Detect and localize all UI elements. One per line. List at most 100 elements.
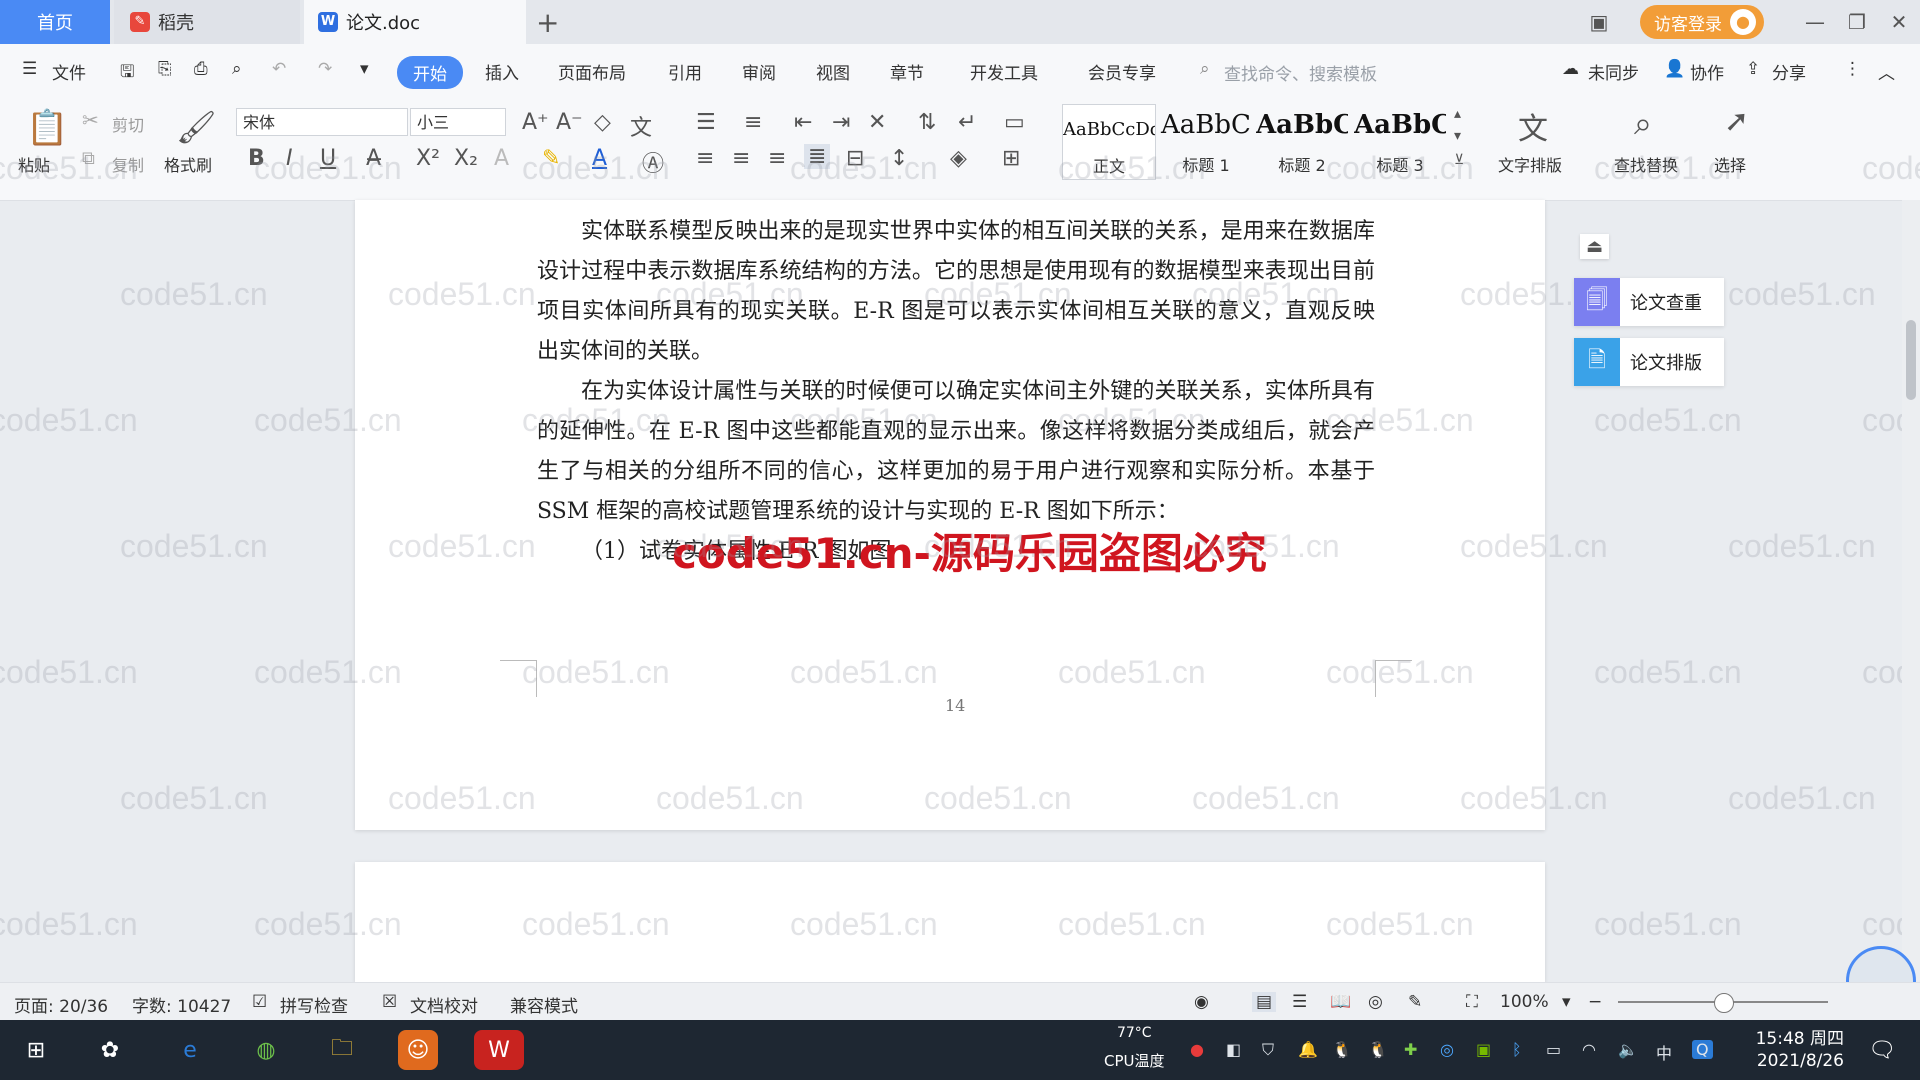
- font-size-select[interactable]: 小三: [410, 108, 506, 136]
- text-layout-button[interactable]: 文字排版: [1498, 152, 1562, 176]
- shading-icon[interactable]: ◈: [950, 146, 967, 171]
- paper-check-button[interactable]: 🗐 论文查重: [1574, 278, 1724, 326]
- borders-icon[interactable]: ⊞: [1002, 146, 1020, 171]
- underline-icon[interactable]: U: [320, 146, 336, 171]
- copy-button[interactable]: 复制: [112, 152, 144, 176]
- page-view-icon[interactable]: ▤: [1252, 992, 1277, 1012]
- zoom-slider-knob[interactable]: [1714, 993, 1734, 1013]
- share-button[interactable]: 分享: [1772, 59, 1806, 84]
- paste-icon[interactable]: 📋: [26, 108, 68, 148]
- undo-icon[interactable]: ↶: [272, 59, 286, 79]
- magnifier-icon[interactable]: ⌕: [1634, 104, 1652, 143]
- pen-icon[interactable]: ✎: [1408, 992, 1422, 1012]
- scrollbar-thumb[interactable]: [1906, 320, 1916, 400]
- zoom-dropdown-icon[interactable]: ▾: [1562, 992, 1571, 1012]
- close-icon[interactable]: ✕: [1878, 10, 1920, 34]
- sync-status[interactable]: 未同步: [1588, 59, 1639, 84]
- quick-access-dropdown-icon[interactable]: ▾: [360, 59, 369, 79]
- strikethrough-icon[interactable]: A̶: [366, 146, 381, 171]
- text-layout-icon[interactable]: 文: [1518, 104, 1548, 148]
- menu-view[interactable]: 视图: [816, 59, 850, 84]
- menu-member[interactable]: 会员专享: [1088, 59, 1156, 84]
- tray-app-icon-4[interactable]: ◎: [1440, 1040, 1454, 1059]
- reading-view-icon[interactable]: 📖: [1330, 992, 1351, 1012]
- align-center-icon[interactable]: ≡: [732, 146, 750, 171]
- char-border-icon[interactable]: Ⓐ: [642, 146, 664, 178]
- superscript-icon[interactable]: X²: [416, 146, 440, 171]
- style-normal[interactable]: AaBbCcDd 正文: [1062, 104, 1156, 180]
- increase-indent-icon[interactable]: ⇥: [832, 110, 850, 135]
- font-family-select[interactable]: 宋体: [236, 108, 408, 136]
- menu-start[interactable]: 开始: [397, 56, 463, 89]
- spell-check-button[interactable]: 拼写检查: [280, 992, 348, 1017]
- show-marks-icon[interactable]: ↵: [958, 110, 976, 135]
- system-clock[interactable]: 15:48 周四 2021/8/26: [1756, 1028, 1844, 1072]
- qq-icon-2[interactable]: 🐧: [1368, 1040, 1388, 1059]
- share-icon[interactable]: ⇪: [1746, 59, 1760, 79]
- save-icon[interactable]: 🖫: [120, 59, 134, 88]
- web-view-icon[interactable]: ◎: [1368, 992, 1383, 1012]
- wps-writer-icon[interactable]: W: [474, 1030, 524, 1070]
- word-count[interactable]: 字数: 10427: [132, 992, 231, 1017]
- restore-icon[interactable]: ❐: [1836, 10, 1878, 34]
- collab-icon[interactable]: 👤: [1664, 59, 1685, 79]
- wifi-icon[interactable]: ◠: [1582, 1040, 1596, 1059]
- justify-icon[interactable]: ≣: [804, 144, 831, 169]
- select-button[interactable]: 选择: [1714, 152, 1746, 176]
- paste-button[interactable]: 粘贴: [18, 152, 50, 176]
- redo-icon[interactable]: ↷: [318, 59, 332, 79]
- zoom-slider[interactable]: [1618, 993, 1828, 1013]
- pinwheel-app-icon[interactable]: ✿: [90, 1030, 130, 1070]
- format-painter-button[interactable]: 格式刷: [164, 152, 212, 176]
- tab-document[interactable]: W 论文.doc: [304, 0, 526, 44]
- menu-developer[interactable]: 开发工具: [970, 59, 1038, 84]
- bullet-list-icon[interactable]: ☰: [696, 110, 716, 135]
- side-panel-collapse-icon[interactable]: ⏏: [1580, 234, 1610, 259]
- align-right-icon[interactable]: ≡: [768, 146, 786, 171]
- font-color-icon[interactable]: A: [592, 146, 607, 171]
- tray-app-icon-1[interactable]: ●: [1190, 1040, 1204, 1059]
- more-icon[interactable]: ⋮: [1844, 59, 1861, 79]
- new-tab-button[interactable]: +: [536, 6, 559, 39]
- proofread-button[interactable]: 文档校对: [410, 992, 478, 1017]
- format-painter-icon[interactable]: 🖌: [176, 108, 217, 146]
- command-search-input[interactable]: 查找命令、搜索模板: [1224, 60, 1377, 85]
- nvidia-icon[interactable]: ▣: [1476, 1040, 1491, 1059]
- style-heading-1[interactable]: AaBbC 标题 1: [1160, 104, 1252, 178]
- collab-button[interactable]: 协作: [1690, 59, 1724, 84]
- fit-page-icon[interactable]: ⛶: [1466, 992, 1478, 1012]
- find-replace-button[interactable]: 查找替换: [1614, 152, 1678, 176]
- menu-review[interactable]: 审阅: [742, 59, 776, 84]
- tab-daoke[interactable]: ✎ 稻壳: [114, 0, 300, 44]
- hamburger-icon[interactable]: ☰: [22, 59, 37, 79]
- search-app-icon[interactable]: Q: [1692, 1040, 1713, 1059]
- subscript-icon[interactable]: X₂: [454, 146, 478, 171]
- notification-bell-icon[interactable]: 🔔: [1298, 1040, 1318, 1059]
- line-spacing-icon[interactable]: ↕: [890, 146, 908, 171]
- bold-icon[interactable]: B: [248, 146, 265, 171]
- numbered-list-icon[interactable]: ≡: [744, 110, 762, 135]
- page-indicator[interactable]: 页面: 20/36: [14, 992, 108, 1017]
- cursor-arrow-icon[interactable]: ➚: [1724, 104, 1749, 139]
- export-icon[interactable]: ⎘: [158, 59, 172, 79]
- pinyin-icon[interactable]: 文: [630, 110, 652, 142]
- decrease-indent-icon[interactable]: ⇤: [794, 110, 812, 135]
- clear-format-icon[interactable]: ◇: [594, 110, 611, 135]
- collapse-ribbon-icon[interactable]: ︿: [1878, 59, 1895, 84]
- tab-stop-icon[interactable]: ▭: [1004, 110, 1025, 135]
- file-explorer-icon[interactable]: 🗀: [322, 1030, 362, 1070]
- paragraph-er-model[interactable]: 实体联系模型反映出来的是现实世界中实体的相互间关联的关系，是用来在数据库设计过程…: [537, 212, 1375, 372]
- cloud-sync-icon[interactable]: ☁: [1562, 59, 1579, 79]
- minimize-icon[interactable]: —: [1794, 10, 1836, 34]
- tray-app-icon-2[interactable]: ◧: [1226, 1040, 1241, 1059]
- zoom-level[interactable]: 100%: [1500, 992, 1549, 1012]
- bluetooth-icon[interactable]: ᛒ: [1512, 1040, 1522, 1059]
- paper-layout-button[interactable]: 🗎 论文排版: [1574, 338, 1724, 386]
- document-page-next[interactable]: [355, 862, 1545, 982]
- print-icon[interactable]: ⎙: [194, 59, 208, 79]
- styles-expand-icon[interactable]: ⊻: [1454, 152, 1464, 168]
- decrease-font-icon[interactable]: A⁻: [556, 110, 583, 135]
- style-heading-2[interactable]: AaBbC 标题 2: [1256, 104, 1348, 178]
- style-heading-3[interactable]: AaBbC 标题 3: [1354, 104, 1446, 178]
- italic-icon[interactable]: I: [286, 146, 293, 171]
